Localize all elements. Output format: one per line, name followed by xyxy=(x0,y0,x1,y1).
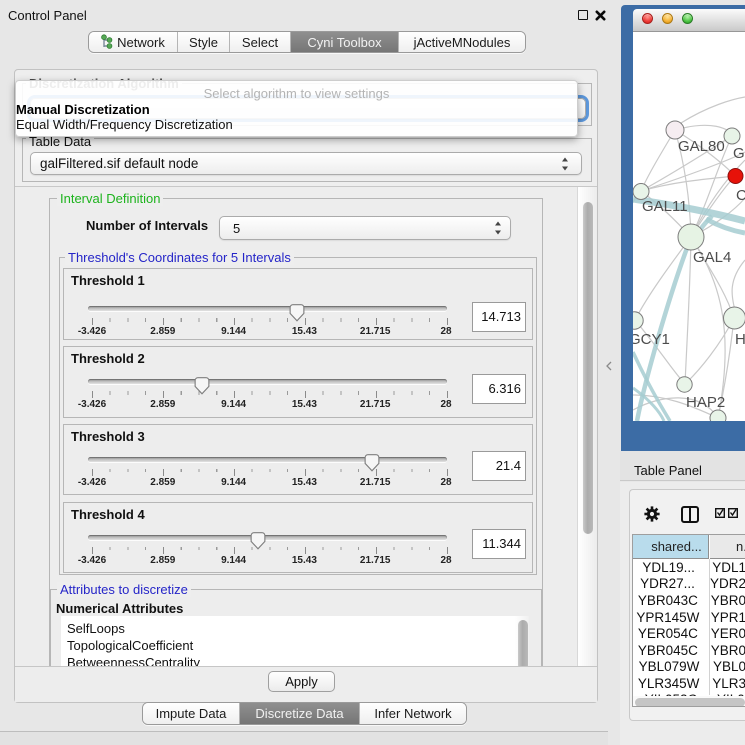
svg-text:HAP2: HAP2 xyxy=(686,394,725,411)
svg-text:GCY1: GCY1 xyxy=(633,331,670,348)
svg-text:GAL4: GAL4 xyxy=(693,249,731,266)
svg-text:H: H xyxy=(735,331,745,348)
svg-text:GAL80: GAL80 xyxy=(678,138,725,155)
svg-text:GAL11: GAL11 xyxy=(642,198,688,215)
svg-text:C: C xyxy=(736,187,745,204)
svg-text:G...: G... xyxy=(733,145,745,162)
